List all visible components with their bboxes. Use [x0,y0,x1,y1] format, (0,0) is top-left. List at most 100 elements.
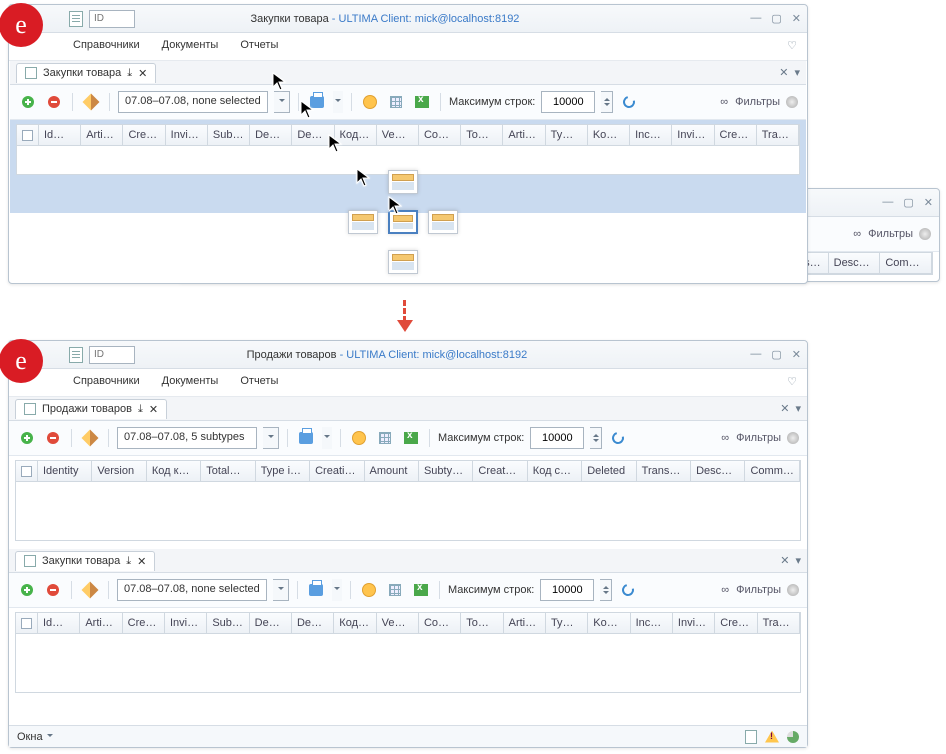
remove-button[interactable] [43,580,63,600]
column-header[interactable]: Код кон… [147,461,201,481]
grid-button[interactable] [385,580,405,600]
maxrows-input[interactable] [540,579,594,601]
favorite-icon[interactable]: ♡ [787,375,797,388]
column-header[interactable]: Subtype… [419,461,473,481]
minimize-icon[interactable]: — [882,196,893,209]
menu-reports[interactable]: Отчеты [240,375,278,388]
column-header[interactable]: Ve… [377,613,419,633]
column-header[interactable]: Id… [38,613,80,633]
close-icon[interactable]: ✕ [792,348,801,361]
tabs-menu-icon[interactable]: ▾ [795,554,801,567]
tab-purchases[interactable]: Закупки товара ⤓ ✕ [16,63,156,83]
tabs-menu-icon[interactable]: ▾ [795,402,801,415]
column-header[interactable]: Type i… [256,461,310,481]
pin-icon[interactable]: ⤓ [126,555,131,568]
column-header[interactable]: Код … [335,125,377,145]
column-header[interactable]: Cre… [715,125,757,145]
maxrows-input[interactable] [530,427,584,449]
dock-bottom[interactable] [388,250,418,274]
remove-button[interactable] [43,428,63,448]
tab-sales[interactable]: Продажи товаров ⤓ ✕ [15,399,167,419]
filter-dropdown[interactable] [263,427,279,449]
maximize-icon[interactable]: ▢ [771,12,781,25]
menu-dictionaries[interactable]: Справочники [73,375,140,388]
menu-documents[interactable]: Документы [162,375,219,388]
select-all-checkbox[interactable] [21,618,32,629]
column-header[interactable]: Identity [38,461,92,481]
column-header[interactable]: Ko… [588,125,630,145]
status-doc-icon[interactable] [745,730,757,744]
settings-ball-icon[interactable] [919,228,931,240]
menu-reports[interactable]: Отчеты [240,39,278,52]
refresh-button[interactable] [618,580,638,600]
column-header[interactable]: Transact… [758,613,800,633]
column-header[interactable]: Article'… [504,613,546,633]
maximize-icon[interactable]: ▢ [771,348,781,361]
filter-dropdown[interactable] [273,579,289,601]
column-header[interactable]: Ve… [377,125,419,145]
column-header[interactable]: Comments [745,461,799,481]
column-header[interactable]: Код с… [528,461,582,481]
filters-button[interactable]: Фильтры [736,584,781,596]
column-header[interactable]: Invioc… [673,613,715,633]
edit-button[interactable] [81,92,101,112]
column-header[interactable]: De… [250,613,292,633]
column-header[interactable]: Transac… [637,461,691,481]
data-grid-a[interactable]: IdentityVersionКод кон…Total…Type i…Crea… [15,460,801,541]
column-header[interactable]: Article… [80,613,122,633]
maxrows-input[interactable] [541,91,595,113]
tab-close-icon[interactable]: ✕ [138,67,147,80]
column-header[interactable]: Inc… [630,125,672,145]
grid-button[interactable] [375,428,395,448]
add-button[interactable] [17,428,37,448]
column-header[interactable]: Total… [201,461,255,481]
dock-right[interactable] [428,210,458,234]
close-icon[interactable]: ✕ [924,196,933,209]
filters-button[interactable]: Фильтры [868,228,913,240]
column-header[interactable]: Article… [81,125,123,145]
filter-display[interactable]: 07.08–07.08, none selected [118,91,268,113]
column-header[interactable]: Inc… [631,613,673,633]
column-header[interactable]: Invioc… [165,613,207,633]
column-header[interactable]: Invioc… [166,125,208,145]
maximize-icon[interactable]: ▢ [903,196,913,209]
column-header[interactable]: Cre… [715,613,757,633]
tabs-close-icon[interactable]: ✕ [780,402,789,415]
maxrows-spinner[interactable] [590,427,602,449]
column-header[interactable]: Creator… [473,461,527,481]
column-header[interactable]: Ko… [588,613,630,633]
minimize-icon[interactable]: — [750,348,761,361]
print-dropdown[interactable] [322,427,332,449]
status-warning-icon[interactable] [765,731,779,743]
column-header[interactable]: Article'… [503,125,545,145]
column-header[interactable]: De… [292,125,334,145]
print-button[interactable] [296,428,316,448]
column-header[interactable]: To… [461,613,503,633]
filter-display[interactable]: 07.08–07.08, 5 subtypes [117,427,257,449]
highlight-button[interactable] [360,92,380,112]
refresh-button[interactable] [619,92,639,112]
close-icon[interactable]: ✕ [792,12,801,25]
column-header[interactable]: Id… [39,125,81,145]
grid-button[interactable] [386,92,406,112]
select-all-checkbox[interactable] [21,466,32,477]
tabs-menu-icon[interactable]: ▾ [794,66,800,79]
id-input[interactable] [89,346,135,364]
pin-icon[interactable]: ⤓ [138,403,143,416]
settings-ball-icon[interactable] [787,584,799,596]
column-header[interactable]: De… [250,125,292,145]
menu-dictionaries[interactable]: Справочники [73,39,140,52]
data-grid-b[interactable]: Id…Article…Cre…Invioc…Subt…De…De…Код …Ve… [15,612,801,693]
print-button[interactable] [306,580,326,600]
tab-purchases[interactable]: Закупки товара ⤓ ✕ [15,551,155,571]
column-header[interactable]: Subt… [208,125,250,145]
column-header[interactable]: Ty… [546,613,588,633]
filter-display[interactable]: 07.08–07.08, none selected [117,579,267,601]
filters-button[interactable]: Фильтры [736,432,781,444]
edit-button[interactable] [80,428,100,448]
column-header[interactable]: Invioc… [672,125,714,145]
export-excel-button[interactable] [411,580,431,600]
pin-icon[interactable]: ⤓ [127,67,132,80]
column-header[interactable]: De… [292,613,334,633]
column-header[interactable]: Deleted [582,461,636,481]
